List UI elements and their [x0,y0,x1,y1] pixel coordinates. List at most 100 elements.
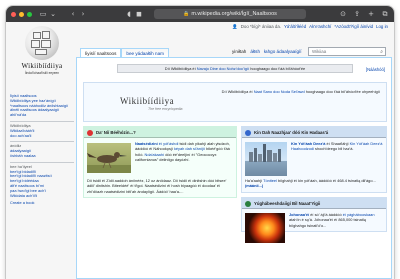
sidebar-heading-print: bee ha'íiyeel [10,161,74,170]
logo-tagline: Íinda'ílchaał'ísiilí eeyeen [24,71,60,75]
featured-lead-link[interactable]: éí yót'áshdi [159,141,179,146]
tab-talk[interactable]: bee yádaałtih nam [121,48,169,57]
puzzle-globe-icon [25,26,59,60]
news-header: Kin Dah Naazhjaa' dóó Kin Hadaas'á [242,127,386,138]
featured-body: Naatsédiziní éí yót'áshdi tsidi dah yika… [84,138,236,197]
news-title: Kin Dah Naazhjaa' dóó Kin Hadaas'á [254,130,329,135]
talk-link[interactable]: Yá'álti'íłééd [284,24,306,30]
globe-icon [245,130,251,136]
banner-text-pre: Díí Wikiibíídiiya éí [221,89,253,94]
sun-image[interactable] [245,212,285,243]
today-text-1: éí só' ájí'á ááddóó [310,211,342,217]
search-input[interactable]: Wikiiaa ⌕ [308,47,386,56]
search-placeholder: Wikiiaa [312,49,327,54]
back-arrow-icon[interactable]: ‹ [68,6,78,22]
zoom-window-button[interactable] [27,11,32,17]
logo-wordmark: Wikiibíídiiya [21,62,63,70]
browser-toolbar: ▭ ⌄ ‹ › ◖ ◼ 🔒 m.wikipedia.org/wiki/Ígíí_N… [6,6,394,22]
download-icon[interactable]: ⊙ [338,6,348,22]
create-account-link[interactable]: *Azóodt'i*igíí áinívid [334,24,373,30]
today-body: Johonaa'éí éí só' ájí'á ááddóó éí yágháb… [242,209,386,243]
share-icon[interactable]: ⇪ [352,6,362,22]
view-tabs: yiniłtah áłtsh łahgo ádaalyaaígíí [232,49,302,54]
right-column: Kin Dah Naazhjaa' dóó Kin Hadaas'á Kin Y… [241,126,387,245]
not-logged-in-text: Doo *bígí* ániiaa da. [240,24,281,29]
site-logo[interactable]: Wikiibíídiiya Íinda'ílchaał'ísiilí eeyee… [12,26,72,75]
sidebar-heading-tools: ánídiiz [10,141,74,149]
close-window-button[interactable] [11,11,16,17]
banner-subtitle: The free encyclopedia [148,107,183,111]
featured-lead-bold[interactable]: Naatsédiziní [135,141,158,146]
login-link[interactable]: Log in [376,24,388,30]
banner-text-link[interactable]: Naat Sano doo Noda Sel'awd [254,89,305,94]
news-more-link[interactable]: (máánii...) [245,183,263,188]
news-text-1: éí Shaaťiáhjí [326,141,349,146]
user-icon: 👤 [232,24,238,29]
contributions-link[interactable]: Ak'e'ashchí [309,24,331,30]
sidebar-heading-wikipedia: Wikiibíídiiya [10,120,74,129]
featured-box: Da' Níí Bééhózin...? Naatsédiziní éí yót… [83,126,237,199]
namespace-tabs: Íiyisíí naaltsoos bee yádaałtih nam [80,48,169,57]
news-box: Kin Dah Naazhjaa' dóó Kin Hadaas'á Kin Y… [241,126,387,193]
news-para-2: Ha'a'aahjí Tóniteel bíighahjí éí kin yót… [245,178,383,189]
chevron-down-icon[interactable]: ⌄ [48,6,58,22]
featured-link-2[interactable]: kéyah dah si'áníjíí [174,146,205,151]
welcome-banner: Wikiibíídiiya The free encyclopedia Díí … [83,82,387,122]
site-notice-pre: Díí Wikiibíídiiya éí [164,66,196,71]
sidebar-item-special[interactable]: ííshbáh naalaa [10,154,74,159]
sidebar-item-contact[interactable]: doo ach'aa'ii [10,134,74,139]
news-para-2-pre: Ha'a'aahjí [245,178,263,183]
site-notice: Díí Wikiibíídiiya éí Navajo Dine doo Noh… [117,64,353,73]
sidebar-item-wikidata[interactable]: Wikidata ach'ii'ii [10,194,74,199]
news-body: Kin Yót'áah Deez'á éí Shaaťiáhjí Kin Yót… [242,138,386,192]
main-content: Díí Wikiibíídiiya éí Navajo Dine doo Noh… [76,57,392,279]
featured-header: Da' Níí Bééhózin...? [84,127,236,138]
skyline-image[interactable] [245,142,287,176]
banner-text-post: hooghaago doo t'áá bíi'áhóot'ée ohyeehíg… [305,89,380,94]
left-column: Da' Níí Bééhózin...? Naatsédiziní éí yót… [83,126,237,202]
address-bar[interactable]: 🔒 m.wikipedia.org/wiki/Ígíí_Naaltsoos [154,9,306,19]
site-notice-post: hooghaago doo t'áá bíi'áhóot'ée [250,66,306,71]
today-text-2: atah'ín é sǫ'á. Jóhonaa'éí éí 865,000 ts… [289,217,366,228]
today-title: Yúghábeeshdaiigí Bil Naaat'Yigii [254,200,321,206]
window-controls [11,11,32,17]
minimize-window-button[interactable] [19,11,24,17]
tab-history[interactable]: łahgo ádaalyaaígíí [264,49,302,54]
hide-notice-link[interactable]: [Nááshóó] [366,67,385,72]
banner-wordmark: Wikiibíídiiya [120,96,175,106]
url-text: m.wikipedia.org/wiki/Ígíí_Naaltsoos [191,11,277,17]
browser-window: ▭ ⌄ ‹ › ◖ ◼ 🔒 m.wikipedia.org/wiki/Ígíí_N… [6,6,394,279]
browser-actions: ⊙ ⇪ + ⧉ [338,6,390,22]
new-tab-icon[interactable]: + [366,6,376,22]
banner-text: Díí Wikiibíídiiya éí Naat Sano doo Noda … [180,89,380,95]
news-para-2-post: bíighahjí éí kin yót'áah, ááddóó éí 468.… [278,178,376,183]
today-header: Yúghábeeshdaiigí Bil Naaat'Yigii [242,197,386,209]
tab-edit[interactable]: áłtsh [250,49,260,54]
featured-link-3[interactable]: Nda'akaahí [145,152,165,157]
search-icon[interactable]: ⌕ [380,48,383,56]
leaf-icon [245,200,251,207]
tab-overview-icon[interactable]: ⧉ [380,6,390,22]
news-link-1[interactable]: Kin Yót'áah Deez'á [291,141,325,146]
lock-icon: 🔒 [183,11,190,17]
sidebar-toggle-icon[interactable]: ▭ [38,6,48,22]
wiki-page: 👤 Doo *bígí* ániiaa da. Yá'álti'íłééd Ak… [6,22,394,279]
news-text-2: shooh'deego bił haz'á. [315,146,354,152]
news-para-2-link[interactable]: Tóniteel [263,178,277,183]
featured-title: Da' Níí Bééhózin...? [96,130,136,135]
featured-para-2: Díí tsidii éí Zídii aaddoh áníinééz, 12 … [87,178,227,194]
site-notice-link[interactable]: Navajo Dine doo Nohz'doo'ígíí [197,66,249,71]
featured-star-icon [87,130,93,136]
sidebar-item-random[interactable]: ahii'ná'da [10,113,74,118]
today-box: Yúghábeeshdaiigí Bil Naaat'Yigii Johonaa… [241,196,387,243]
roadrunner-image[interactable] [87,143,131,173]
personal-tools: 👤 Doo *bígí* ániiaa da. Yá'álti'íłééd Ak… [232,24,388,30]
forward-arrow-icon[interactable]: › [78,6,88,22]
tab-main-page[interactable]: Íiyisíí naaltsoos [80,48,122,57]
today-link-1[interactable]: Johonaa'éí [289,212,309,217]
today-link-2[interactable]: éí yághábooskaan [343,212,375,217]
shield-icon[interactable]: ◖ [124,6,134,22]
sidebar-item-create-book[interactable]: Create a book [10,201,74,206]
extension-icon[interactable]: ◼ [134,6,144,22]
tab-read[interactable]: yiniłtah [232,49,246,54]
